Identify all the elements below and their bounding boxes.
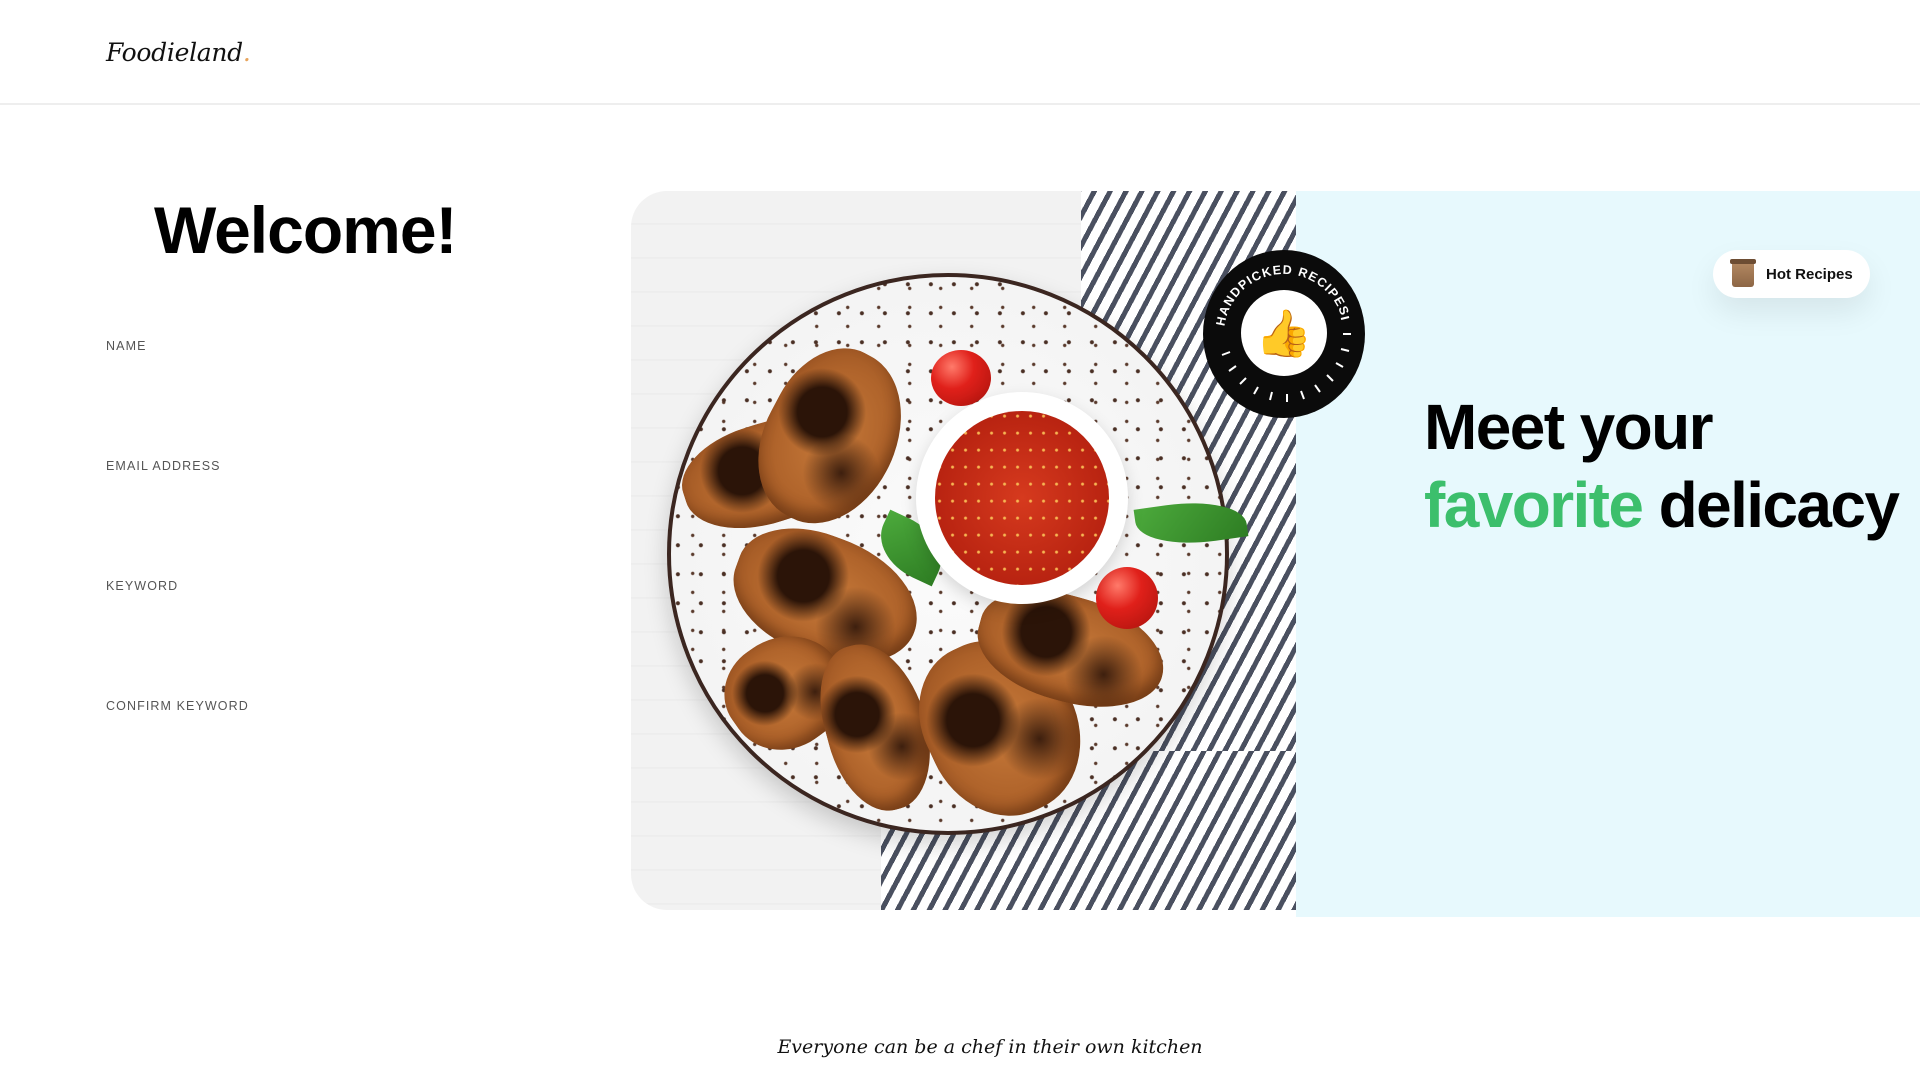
logo-dot: . — [242, 38, 251, 67]
email-field: EMAIL ADDRESS — [106, 459, 566, 549]
logo[interactable]: Foodieland. — [106, 38, 251, 67]
sauce-graphic — [935, 411, 1109, 585]
hot-recipes-label: Hot Recipes — [1766, 265, 1853, 283]
logo-text: Foodieland — [106, 38, 243, 67]
keyword-input[interactable] — [106, 605, 566, 645]
name-label: NAME — [106, 339, 147, 353]
thumbs-up-icon: 👍 — [1241, 290, 1327, 376]
confirm-keyword-label: CONFIRM KEYWORD — [106, 699, 249, 713]
page: Foodieland. Welcome! NAME EMAIL ADDRESS … — [0, 0, 1920, 1080]
keyword-label: KEYWORD — [106, 579, 179, 593]
name-input[interactable] — [106, 365, 566, 405]
email-input[interactable] — [106, 485, 566, 525]
confirm-keyword-input[interactable] — [106, 725, 566, 765]
headline-line-2: favorite delicacy — [1424, 466, 1900, 544]
confirm-keyword-field: CONFIRM KEYWORD — [106, 699, 566, 789]
keyword-field: KEYWORD — [106, 579, 566, 669]
hero-panel — [1296, 191, 1920, 917]
name-field: NAME — [106, 339, 566, 429]
hero-headline: Meet your favorite delicacy — [1424, 388, 1900, 544]
headline-line-1: Meet your — [1424, 391, 1713, 463]
hot-recipes-chip[interactable]: Hot Recipes — [1713, 250, 1870, 298]
headline-accent: favorite — [1424, 469, 1644, 541]
headline-rest: delicacy — [1658, 469, 1900, 541]
handpicked-recipes-badge: HANDPICKED RECIPES 👍 — [1203, 250, 1365, 418]
sauce-bowl-graphic — [916, 392, 1128, 604]
header: Foodieland. — [0, 0, 1920, 105]
email-label: EMAIL ADDRESS — [106, 459, 221, 473]
plate-graphic — [667, 273, 1249, 841]
welcome-title: Welcome! — [154, 193, 458, 267]
tomato-graphic — [931, 350, 991, 406]
recipe-bag-icon — [1730, 259, 1756, 287]
hero-food-image — [631, 191, 1296, 910]
tomato-graphic — [1096, 567, 1158, 629]
footer-tagline: Everyone can be a chef in their own kitc… — [777, 1036, 1203, 1058]
